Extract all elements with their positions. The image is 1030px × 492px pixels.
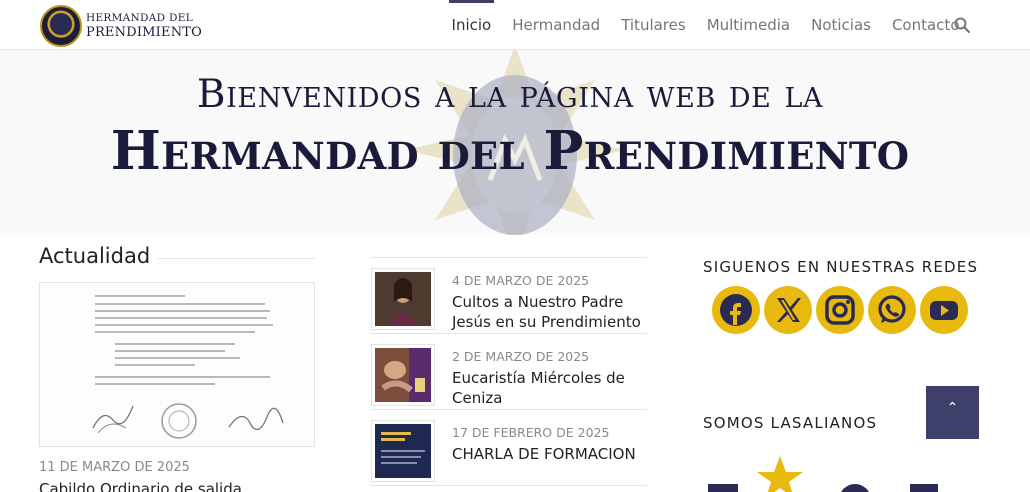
post-title[interactable]: Cultos a Nuestro Padre Jesús en su Prend… bbox=[452, 292, 652, 332]
site-logo[interactable]: Hermandad del Prendimiento bbox=[40, 4, 202, 48]
post-item[interactable]: 4 DE MARZO DE 2025 Cultos a Nuestro Padr… bbox=[370, 258, 647, 334]
post-date: 4 DE MARZO DE 2025 bbox=[452, 273, 590, 288]
formacion-image bbox=[375, 424, 431, 478]
nav-noticias[interactable]: Noticias bbox=[801, 0, 882, 50]
lasalle-logo[interactable] bbox=[700, 448, 990, 492]
social-widget-title: SIGUENOS EN NUESTRAS REDES bbox=[703, 258, 979, 276]
ceniza-image bbox=[375, 348, 431, 402]
main-nav: Inicio Hermandad Titulares Multimedia No… bbox=[441, 0, 970, 50]
jesus-image bbox=[375, 272, 431, 326]
post-title[interactable]: Eucaristía Miércoles de Ceniza bbox=[452, 368, 652, 408]
chevron-up-icon: ⌃ bbox=[946, 400, 959, 416]
instagram-icon[interactable] bbox=[816, 286, 864, 334]
logo-line-2: Prendimiento bbox=[86, 24, 202, 40]
whatsapp-icon[interactable] bbox=[868, 286, 916, 334]
post-thumbnail[interactable] bbox=[371, 268, 435, 330]
post-date: 2 DE MARZO DE 2025 bbox=[452, 349, 590, 364]
facebook-icon[interactable] bbox=[712, 286, 760, 334]
post-thumbnail[interactable] bbox=[371, 420, 435, 482]
lasalle-widget-title: SOMOS LASALIANOS bbox=[703, 414, 878, 432]
post-title[interactable]: CHARLA DE FORMACION bbox=[452, 444, 652, 464]
brotherhood-seal-icon bbox=[40, 5, 82, 47]
site-header: Hermandad del Prendimiento Inicio Herman… bbox=[0, 0, 1030, 50]
featured-post-date: 11 DE MARZO DE 2025 bbox=[39, 460, 190, 475]
post-item[interactable]: 2 DE MARZO DE 2025 Eucaristía Miércoles … bbox=[370, 334, 647, 410]
stamp-image bbox=[161, 403, 197, 439]
nav-inicio[interactable]: Inicio bbox=[441, 0, 502, 50]
youtube-icon[interactable] bbox=[920, 286, 968, 334]
logo-line-1: Hermandad del bbox=[86, 12, 193, 25]
nav-hermandad[interactable]: Hermandad bbox=[502, 0, 611, 50]
section-divider bbox=[158, 258, 315, 259]
featured-post-title[interactable]: Cabildo Ordinario de salida bbox=[39, 480, 242, 492]
scroll-to-top-button[interactable]: ⌃ bbox=[926, 386, 979, 439]
social-links bbox=[712, 286, 968, 334]
x-icon[interactable] bbox=[764, 286, 812, 334]
signature-image bbox=[92, 405, 134, 434]
hero-banner: Bienvenidos a la página web de la Herman… bbox=[0, 50, 1030, 235]
nav-titulares[interactable]: Titulares bbox=[611, 0, 697, 50]
nav-multimedia[interactable]: Multimedia bbox=[696, 0, 800, 50]
hero-title-line-2: Hermandad del Prendimiento bbox=[110, 120, 910, 182]
signature-image bbox=[228, 407, 284, 431]
post-thumbnail[interactable] bbox=[371, 344, 435, 406]
search-icon[interactable] bbox=[954, 17, 970, 33]
hero-title-line-1: Bienvenidos a la página web de la bbox=[196, 72, 824, 117]
post-date: 17 DE FEBRERO DE 2025 bbox=[452, 425, 610, 440]
featured-post-image[interactable] bbox=[39, 282, 315, 447]
section-title-actualidad: Actualidad bbox=[39, 244, 151, 268]
post-item[interactable]: 17 DE FEBRERO DE 2025 CHARLA DE FORMACIO… bbox=[370, 410, 647, 486]
